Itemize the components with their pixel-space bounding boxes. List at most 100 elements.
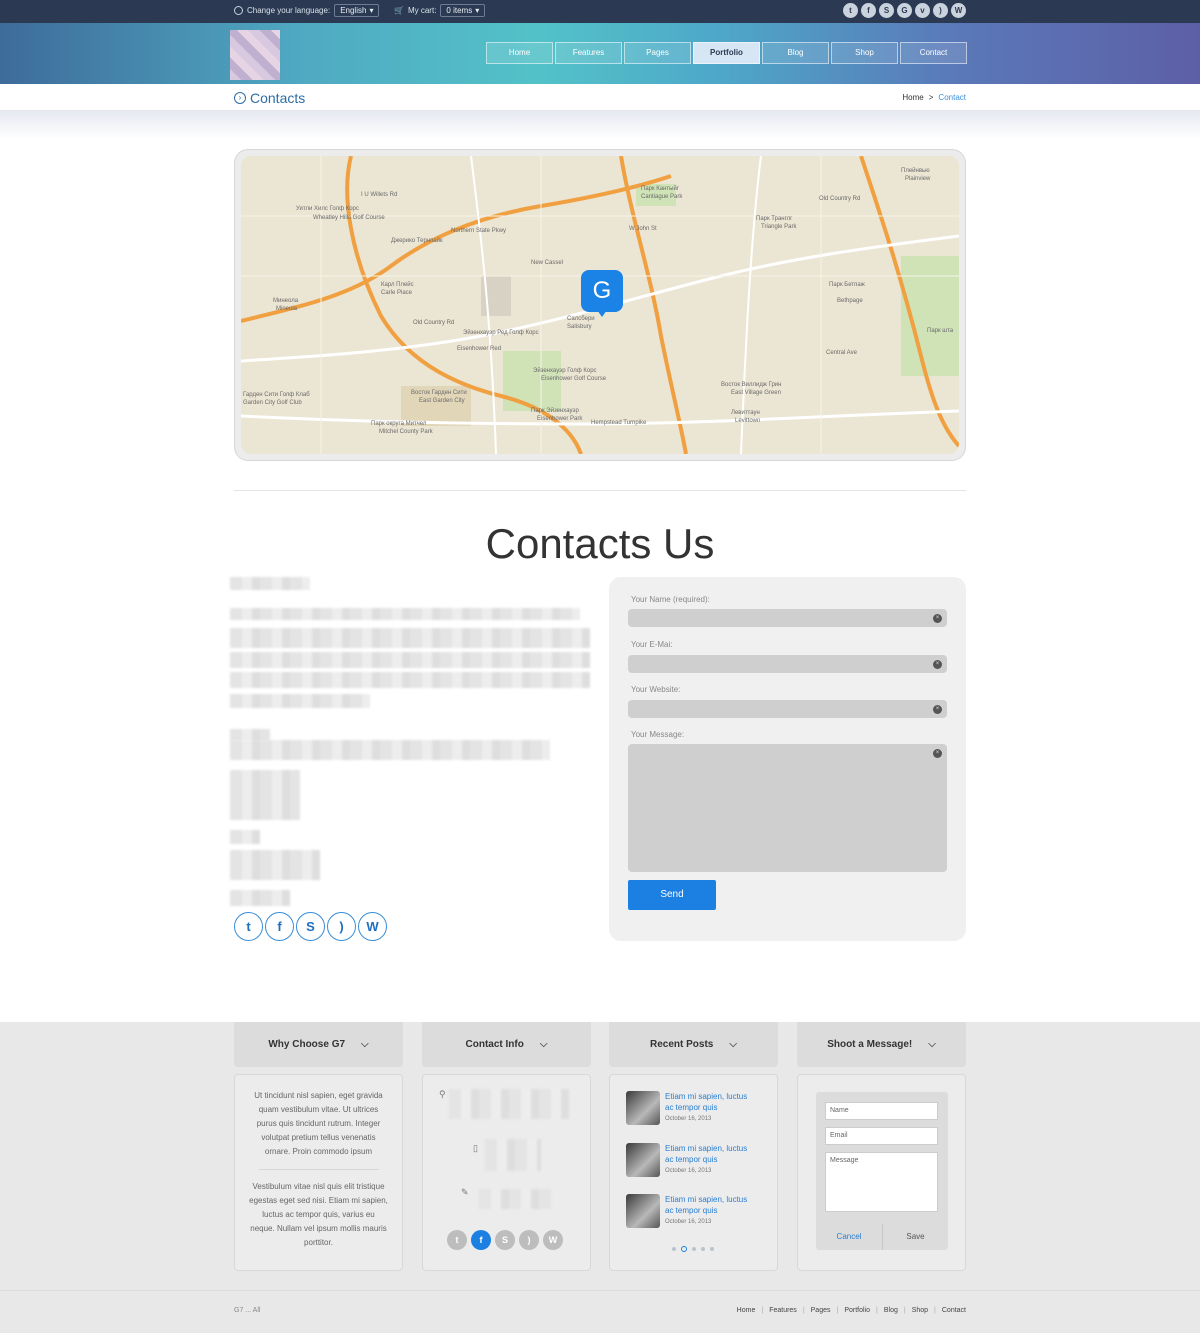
clear-icon[interactable]: × (933, 749, 942, 758)
address-row: ⚲ (439, 1089, 446, 1100)
facebook-icon[interactable]: f (861, 3, 876, 18)
nav-contact[interactable]: Contact (900, 42, 967, 64)
footer-link-shop[interactable]: Shop (912, 1307, 928, 1314)
rss-icon[interactable]: ) (519, 1230, 539, 1250)
nav-pages[interactable]: Pages (624, 42, 691, 64)
blurred-text (230, 577, 310, 590)
save-button[interactable]: Save (882, 1224, 948, 1250)
website-label: Your Website: (631, 685, 681, 694)
footer: Why Choose G7 ⌵ Contact Info ⌵ Recent Po… (0, 1022, 1200, 1333)
footer-message-input[interactable]: Message (825, 1152, 938, 1212)
map-label: Triangle Park (761, 224, 797, 230)
map[interactable]: I U Willets Rd Уитли Хилс Голф Корс Whea… (241, 156, 959, 454)
twitter-icon[interactable]: t (447, 1230, 467, 1250)
map-label: Левиттаун (731, 410, 760, 416)
logo[interactable] (230, 30, 280, 80)
footer-link-contact[interactable]: Contact (942, 1307, 966, 1314)
email-field[interactable]: × (628, 655, 947, 673)
google-icon[interactable]: G (897, 3, 912, 18)
post-item[interactable]: Etiam mi sapien, luctus ac tempor quis O… (626, 1091, 755, 1125)
skype-icon[interactable]: S (879, 3, 894, 18)
blurred-text (479, 1189, 551, 1209)
map-label: Garden City Golf Club (243, 400, 302, 406)
post-title[interactable]: Etiam mi sapien, luctus ac tempor quis (665, 1143, 755, 1165)
breadcrumb-separator: > (928, 93, 934, 102)
nav-home[interactable]: Home (486, 42, 553, 64)
nav-portfolio[interactable]: Portfolio (693, 42, 760, 64)
wordpress-icon[interactable]: W (358, 912, 387, 941)
footer-tab-posts[interactable]: Recent Posts ⌵ (609, 1022, 778, 1067)
facebook-icon[interactable]: f (265, 912, 294, 941)
footer-link-blog[interactable]: Blog (884, 1307, 898, 1314)
contact-form: Your Name (required): × Your E-Mai: × Yo… (609, 577, 966, 941)
website-field[interactable]: × (628, 700, 947, 718)
contact-info-panel: ⚲ ▯ ✎ t f S ) W (422, 1074, 591, 1271)
carousel-dot[interactable] (672, 1247, 676, 1251)
carousel-dot[interactable] (710, 1247, 714, 1251)
link-separator: | (903, 1307, 906, 1314)
cart-value: 0 items (446, 6, 473, 15)
nav-blog[interactable]: Blog (762, 42, 829, 64)
cart-icon: 🛒 (394, 6, 404, 15)
arrow-circle-icon: › (234, 92, 246, 104)
clear-icon[interactable]: × (933, 614, 942, 623)
language-select[interactable]: English ▾ (334, 4, 380, 17)
skype-icon[interactable]: S (495, 1230, 515, 1250)
nav-shop[interactable]: Shop (831, 42, 898, 64)
wordpress-icon[interactable]: W (951, 3, 966, 18)
twitter-icon[interactable]: t (234, 912, 263, 941)
footer-tab-why[interactable]: Why Choose G7 ⌵ (234, 1022, 403, 1067)
cart-select[interactable]: 0 items ▾ (440, 4, 486, 17)
name-field[interactable]: × (628, 609, 947, 627)
rss-icon[interactable]: ) (327, 912, 356, 941)
map-label: Plainview (905, 176, 931, 182)
map-label: I U Willets Rd (361, 192, 398, 198)
cancel-button[interactable]: Cancel (816, 1224, 882, 1250)
post-title[interactable]: Etiam mi sapien, luctus ac tempor quis (665, 1091, 755, 1113)
clear-icon[interactable]: × (933, 660, 942, 669)
wordpress-icon[interactable]: W (543, 1230, 563, 1250)
footer-link-home[interactable]: Home (737, 1307, 756, 1314)
nav-features[interactable]: Features (555, 42, 622, 64)
map-label: New Cassel (531, 260, 564, 266)
footer-link-features[interactable]: Features (769, 1307, 797, 1314)
phone-icon: ▯ (473, 1143, 478, 1153)
map-label: Парк Бетпаж (829, 282, 865, 288)
page-title: › Contacts (234, 90, 305, 106)
breadcrumb-bar: › Contacts Home > Contact (0, 84, 1200, 111)
link-separator: | (934, 1307, 936, 1314)
carousel-dot[interactable] (701, 1247, 705, 1251)
carousel-dot-active[interactable] (681, 1246, 687, 1252)
facebook-icon[interactable]: f (471, 1230, 491, 1250)
footer-email-input[interactable]: Email (825, 1127, 938, 1145)
divider (258, 1169, 379, 1170)
footer-link-portfolio[interactable]: Portfolio (844, 1307, 870, 1314)
chevron-down-icon: ⌵ (729, 1039, 737, 1050)
chevron-down-icon: ⌵ (539, 1039, 548, 1050)
clear-icon[interactable]: × (933, 705, 942, 714)
map-label: Bethpage (837, 298, 863, 304)
send-button[interactable]: Send (628, 880, 716, 910)
map-label: Hempstead Turnpike (591, 420, 647, 426)
twitter-icon[interactable]: t (843, 3, 858, 18)
rss-icon[interactable]: ) (933, 3, 948, 18)
map-marker[interactable]: G (581, 270, 623, 317)
header: Home Features Pages Portfolio Blog Shop … (0, 23, 1200, 84)
language-value: English (340, 6, 367, 15)
blurred-text (230, 652, 590, 668)
message-field[interactable]: × (628, 744, 947, 872)
carousel-dot[interactable] (692, 1247, 696, 1251)
post-thumbnail (626, 1194, 660, 1228)
footer-name-input[interactable]: Name (825, 1102, 938, 1120)
breadcrumb-home[interactable]: Home (902, 93, 923, 102)
location-pin-icon: ⚲ (439, 1089, 446, 1099)
post-title[interactable]: Etiam mi sapien, luctus ac tempor quis (665, 1194, 755, 1216)
skype-icon[interactable]: S (296, 912, 325, 941)
vimeo-icon[interactable]: v (915, 3, 930, 18)
footer-link-pages[interactable]: Pages (811, 1307, 831, 1314)
edit-icon: ✎ (461, 1187, 469, 1197)
post-item[interactable]: Etiam mi sapien, luctus ac tempor quis O… (626, 1143, 755, 1177)
post-item[interactable]: Etiam mi sapien, luctus ac tempor quis O… (626, 1194, 755, 1228)
footer-tab-contact[interactable]: Contact Info ⌵ (422, 1022, 591, 1067)
footer-tab-message[interactable]: Shoot a Message! ⌵ (797, 1022, 966, 1067)
